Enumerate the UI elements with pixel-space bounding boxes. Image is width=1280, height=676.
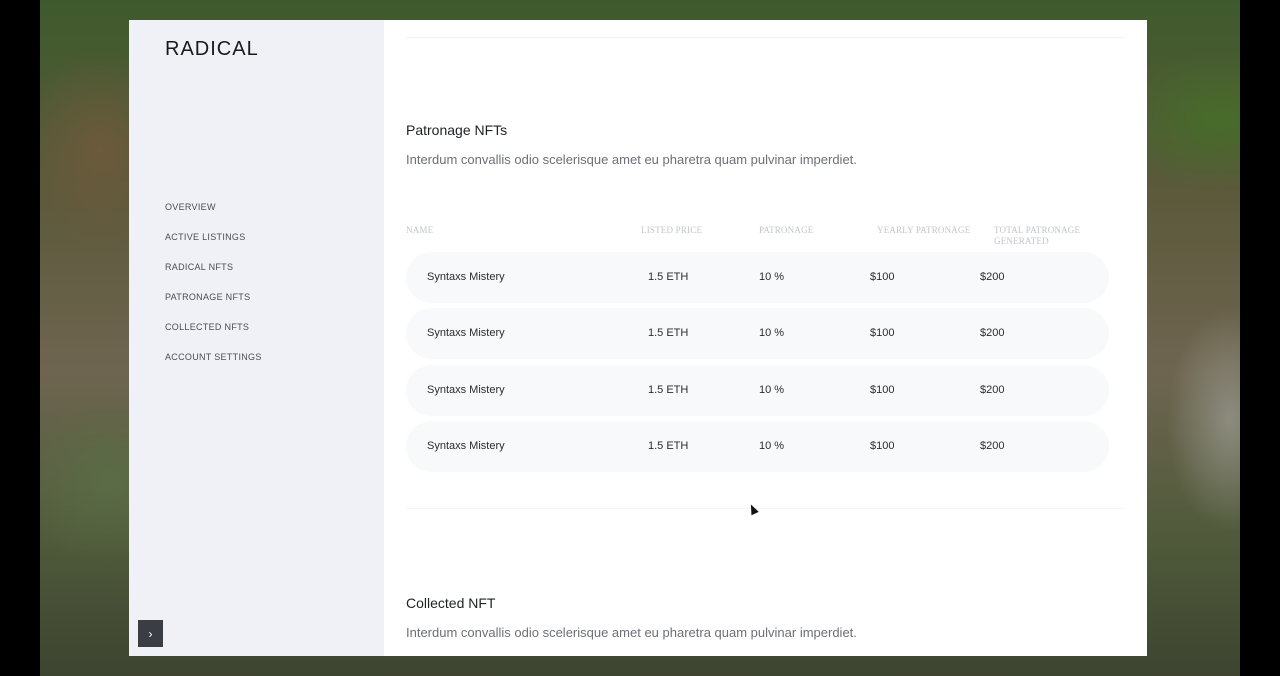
table-row[interactable]: Syntaxs Mistery 1.5 ETH 10 % $100 $200 (406, 308, 1109, 359)
sidebar-item-account-settings[interactable]: ACCOUNT SETTINGS (165, 352, 262, 382)
patronage-rate: 10 % (759, 271, 785, 283)
sidebar-item-active-listings[interactable]: ACTIVE LISTINGS (165, 232, 262, 262)
sidebar-nav: OVERVIEW ACTIVE LISTINGS RADICAL NFTS PA… (165, 202, 262, 382)
yearly-patronage: $100 (870, 327, 895, 339)
listed-price: 1.5 ETH (648, 384, 689, 396)
nft-name: Syntaxs Mistery (427, 440, 505, 452)
divider (406, 37, 1125, 38)
column-header-name: NAME (406, 225, 434, 235)
listed-price: 1.5 ETH (648, 271, 689, 283)
app-window: RADICAL OVERVIEW ACTIVE LISTINGS RADICAL… (129, 20, 1147, 656)
column-header-total-patronage: TOTAL PATRONAGE GENERATED (994, 225, 1081, 246)
collected-title: Collected NFT (406, 595, 496, 611)
nft-name: Syntaxs Mistery (427, 327, 505, 339)
divider (406, 508, 1125, 509)
chevron-right-icon: › (148, 626, 153, 641)
column-header-patronage: PATRONAGE (759, 225, 814, 235)
sidebar-item-radical-nfts[interactable]: RADICAL NFTS (165, 262, 262, 292)
table-row[interactable]: Syntaxs Mistery 1.5 ETH 10 % $100 $200 (406, 421, 1109, 472)
sidebar-item-collected-nfts[interactable]: COLLECTED NFTS (165, 322, 262, 352)
sidebar-expand-button[interactable]: › (138, 620, 163, 647)
yearly-patronage: $100 (870, 384, 895, 396)
listed-price: 1.5 ETH (648, 440, 689, 452)
total-patronage: $200 (980, 327, 1005, 339)
sidebar: RADICAL OVERVIEW ACTIVE LISTINGS RADICAL… (129, 20, 384, 656)
table-row[interactable]: Syntaxs Mistery 1.5 ETH 10 % $100 $200 (406, 252, 1109, 303)
total-patronage: $200 (980, 384, 1005, 396)
total-patronage: $200 (980, 440, 1005, 452)
table-row[interactable]: Syntaxs Mistery 1.5 ETH 10 % $100 $200 (406, 365, 1109, 416)
patronage-title: Patronage NFTs (406, 122, 508, 138)
nft-name: Syntaxs Mistery (427, 271, 505, 283)
column-header-yearly-patronage: YEARLY PATRONAGE (877, 225, 971, 235)
sidebar-item-patronage-nfts[interactable]: PATRONAGE NFTS (165, 292, 262, 322)
patronage-description: Interdum convallis odio scelerisque amet… (406, 152, 857, 167)
yearly-patronage: $100 (870, 271, 895, 283)
patronage-rate: 10 % (759, 327, 785, 339)
patronage-rate: 10 % (759, 440, 785, 452)
listed-price: 1.5 ETH (648, 327, 689, 339)
column-header-listed-price: LISTED PRICE (641, 225, 703, 235)
logo: RADICAL (165, 38, 259, 60)
total-patronage: $200 (980, 271, 1005, 283)
patronage-rate: 10 % (759, 384, 785, 396)
collected-description: Interdum convallis odio scelerisque amet… (406, 625, 857, 640)
nft-name: Syntaxs Mistery (427, 384, 505, 396)
main-content: Patronage NFTs Interdum convallis odio s… (384, 20, 1147, 656)
sidebar-item-overview[interactable]: OVERVIEW (165, 202, 262, 232)
yearly-patronage: $100 (870, 440, 895, 452)
